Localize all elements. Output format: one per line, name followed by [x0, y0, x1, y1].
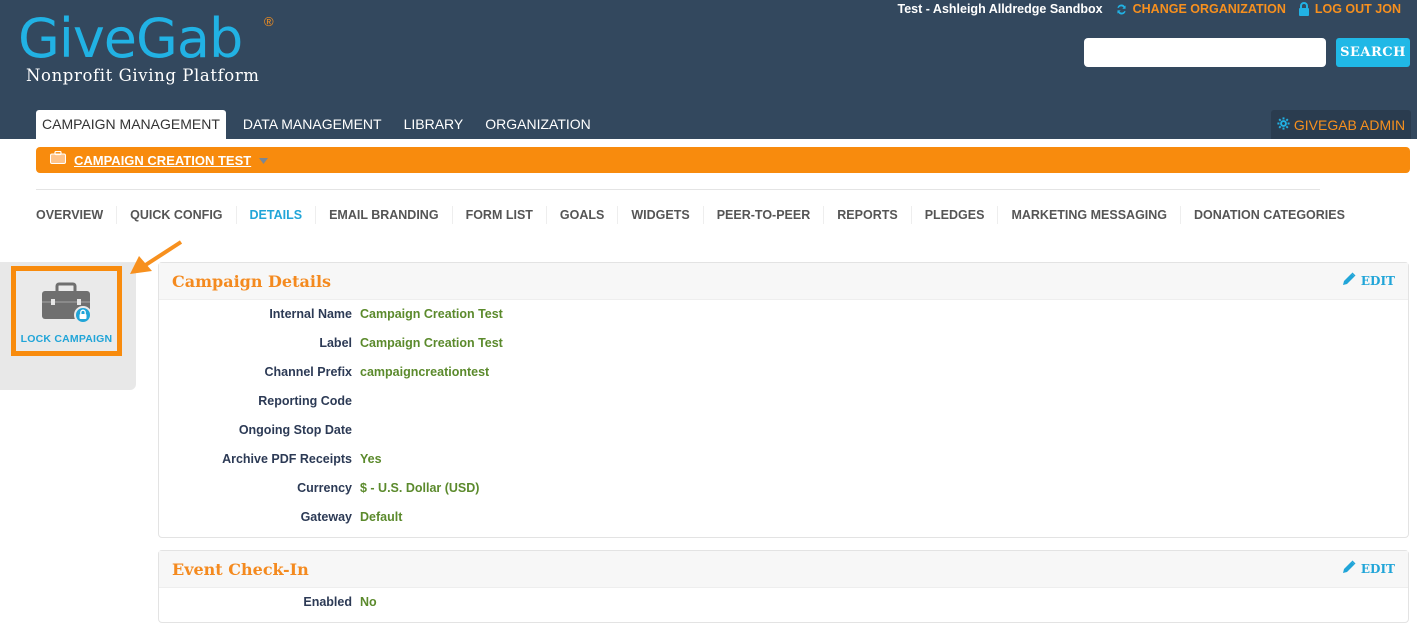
subnav-email-branding[interactable]: EMAIL BRANDING — [315, 206, 452, 224]
pencil-icon — [1342, 272, 1356, 289]
user-org-label: Test - Ashleigh Alldredge Sandbox — [897, 2, 1103, 16]
detail-value: Campaign Creation Test — [360, 307, 503, 321]
detail-value: Campaign Creation Test — [360, 336, 503, 350]
campaign-details-panel: Campaign Details EDIT Internal Name Camp… — [158, 262, 1409, 538]
campaign-selector-bar[interactable]: CAMPAIGN CREATION TEST — [36, 147, 1410, 173]
lock-campaign-button[interactable]: LOCK CAMPAIGN — [11, 266, 122, 356]
subnav-reports[interactable]: REPORTS — [823, 206, 910, 224]
pencil-icon — [1342, 560, 1356, 577]
edit-label: EDIT — [1360, 561, 1395, 576]
detail-row-internal-name: Internal Name Campaign Creation Test — [159, 307, 1410, 325]
subnav-marketing-messaging[interactable]: MARKETING MESSAGING — [997, 206, 1180, 224]
campaign-subnav: OVERVIEW QUICK CONFIG DETAILS EMAIL BRAN… — [36, 206, 1358, 224]
search-input[interactable] — [1084, 38, 1326, 67]
logout-link[interactable]: LOG OUT JON — [1298, 2, 1401, 16]
detail-label: Channel Prefix — [264, 365, 352, 379]
detail-label: Enabled — [303, 595, 352, 609]
divider — [36, 189, 1320, 190]
detail-row-reporting-code: Reporting Code — [159, 394, 1410, 412]
campaign-details-title: Campaign Details — [172, 272, 332, 291]
campaign-details-header: Campaign Details EDIT — [159, 263, 1408, 300]
tab-library[interactable]: LIBRARY — [393, 110, 475, 139]
subnav-donation-categories[interactable]: DONATION CATEGORIES — [1180, 206, 1358, 224]
event-checkin-panel: Event Check-In EDIT Enabled No — [158, 550, 1409, 623]
gear-icon — [1277, 116, 1290, 133]
event-checkin-title: Event Check-In — [172, 560, 309, 579]
detail-label: Ongoing Stop Date — [238, 423, 352, 437]
subnav-overview[interactable]: OVERVIEW — [36, 206, 116, 224]
detail-value: $ - U.S. Dollar (USD) — [360, 481, 480, 495]
tab-campaign-management[interactable]: CAMPAIGN MANAGEMENT — [36, 110, 226, 139]
detail-label: Internal Name — [269, 307, 352, 321]
tab-organization[interactable]: ORGANIZATION — [474, 110, 602, 139]
change-organization-link[interactable]: CHANGE ORGANIZATION — [1115, 2, 1286, 16]
subnav-goals[interactable]: GOALS — [545, 206, 617, 224]
detail-row-channel-prefix: Channel Prefix campaigncreationtest — [159, 365, 1410, 383]
main-nav: CAMPAIGN MANAGEMENT DATA MANAGEMENT LIBR… — [36, 110, 602, 139]
subnav-form-list[interactable]: FORM LIST — [451, 206, 546, 224]
logo-wordmark: GiveGab — [18, 7, 243, 70]
detail-value: campaigncreationtest — [360, 365, 490, 379]
lock-icon — [1298, 2, 1310, 16]
logo-registered-mark: ® — [264, 14, 274, 29]
subnav-peer-to-peer[interactable]: PEER-TO-PEER — [702, 206, 824, 224]
event-checkin-header: Event Check-In EDIT — [159, 551, 1408, 588]
detail-row-gateway: Gateway Default — [159, 510, 1410, 528]
search-button[interactable]: SEARCH — [1336, 38, 1410, 67]
edit-label: EDIT — [1360, 273, 1395, 288]
campaign-name[interactable]: CAMPAIGN CREATION TEST — [74, 153, 251, 168]
givegab-logo[interactable]: GiveGab ® Nonprofit Giving Platform — [18, 7, 274, 86]
logo-tagline: Nonprofit Giving Platform — [26, 66, 260, 85]
tab-data-management[interactable]: DATA MANAGEMENT — [232, 110, 393, 139]
detail-label: Currency — [297, 481, 352, 495]
lock-campaign-label: LOCK CAMPAIGN — [20, 333, 113, 345]
detail-row-label: Label Campaign Creation Test — [159, 336, 1410, 354]
subnav-widgets[interactable]: WIDGETS — [617, 206, 702, 224]
detail-row-enabled: Enabled No — [159, 595, 1410, 613]
briefcase-icon — [50, 150, 66, 169]
caret-down-icon[interactable] — [259, 151, 269, 169]
detail-value: Yes — [360, 452, 382, 466]
subnav-details[interactable]: DETAILS — [235, 206, 316, 224]
detail-row-ongoing-stop-date: Ongoing Stop Date — [159, 423, 1410, 441]
event-checkin-edit-button[interactable]: EDIT — [1342, 560, 1395, 577]
top-utility-bar: Test - Ashleigh Alldredge Sandbox CHANGE… — [897, 2, 1401, 16]
detail-row-currency: Currency $ - U.S. Dollar (USD) — [159, 481, 1410, 499]
logout-label: LOG OUT JON — [1314, 2, 1401, 16]
campaign-details-edit-button[interactable]: EDIT — [1342, 272, 1395, 289]
detail-row-archive-pdf-receipts: Archive PDF Receipts Yes — [159, 452, 1410, 470]
detail-label: Gateway — [300, 510, 352, 524]
subnav-pledges[interactable]: PLEDGES — [910, 206, 998, 224]
givegab-admin-label: GIVEGAB ADMIN — [1293, 116, 1406, 133]
detail-label: Reporting Code — [258, 394, 352, 408]
briefcase-lock-icon — [39, 281, 95, 330]
app-header: GiveGab ® Nonprofit Giving Platform Test… — [0, 0, 1417, 139]
detail-label: Label — [319, 336, 352, 350]
subnav-quick-config[interactable]: QUICK CONFIG — [116, 206, 235, 224]
change-organization-label: CHANGE ORGANIZATION — [1132, 2, 1286, 16]
detail-label: Archive PDF Receipts — [222, 452, 352, 466]
givegab-admin-button[interactable]: GIVEGAB ADMIN — [1271, 110, 1411, 139]
detail-value: No — [360, 595, 377, 609]
detail-value: Default — [360, 510, 403, 524]
refresh-icon — [1115, 3, 1128, 16]
